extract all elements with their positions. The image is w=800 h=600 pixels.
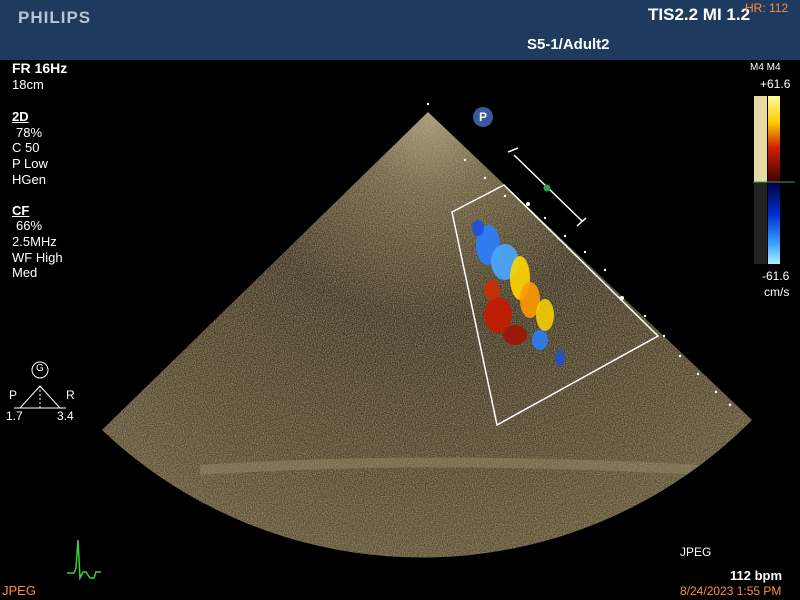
orientation-r-label: R [66,388,75,402]
heart-rate-bpm: 112 bpm [730,568,783,583]
depth-readout: 18cm [12,77,44,92]
wall-filter-readout: WF High [12,250,63,265]
frame-rate: FR 16Hz [12,60,68,76]
scale-header: M4 M4 [750,62,781,73]
orientation-g-label: G [36,363,44,374]
orientation-p-value: 1.7 [6,409,23,423]
sector-fan [102,112,752,558]
mode-2d-label: 2D [12,109,29,124]
marker-label: P [479,110,488,124]
jpeg-label-right: JPEG [680,545,712,559]
priority-readout: Med [12,265,38,280]
mode-cf-label: CF [12,203,30,218]
gain-2d: 78% [16,125,43,140]
orientation-r-value: 3.4 [57,409,74,423]
scale-max: +61.6 [760,77,791,91]
gain-cf: 66% [16,218,43,233]
color-velocity-scale [753,96,795,264]
timestamp: 8/24/2023 1:55 PM [680,584,782,598]
scale-unit: cm/s [764,285,790,299]
jpeg-label-left: JPEG [2,583,36,598]
contrast-readout: C 50 [12,140,40,155]
hgen-readout: HGen [12,172,46,187]
frequency-readout: 2.5MHz [12,234,57,249]
orientation-p-label: P [9,388,18,402]
scale-min: -61.6 [762,269,790,283]
persistence-readout: P Low [12,156,48,171]
ultrasound-image [14,96,795,581]
ecg-trace [67,539,101,581]
